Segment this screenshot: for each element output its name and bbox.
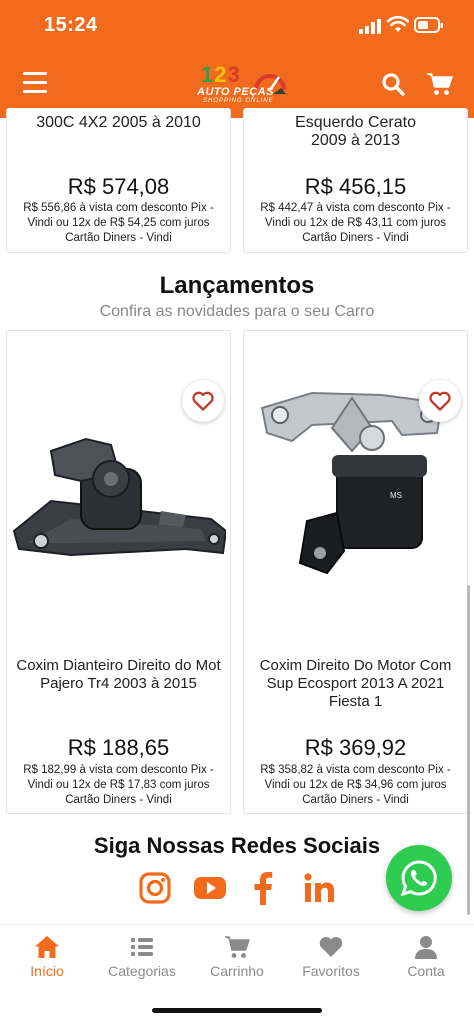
- favorite-button[interactable]: [182, 380, 224, 422]
- nav-label: Início: [30, 963, 64, 979]
- product-payment-terms: R$ 442,47 à vista com desconto Pix - Vin…: [260, 202, 451, 244]
- product-title: Esquerdo Cerato 2009 à 2013: [295, 114, 416, 149]
- wifi-icon: [387, 16, 409, 32]
- instagram-icon[interactable]: [139, 871, 171, 905]
- section-subtitle: Confira as novidades para o seu Carro: [99, 303, 375, 320]
- nav-item-conta[interactable]: Conta: [381, 935, 471, 979]
- home-indicator: [152, 1008, 322, 1013]
- heart-icon: [319, 937, 343, 957]
- linkedin-icon[interactable]: [303, 871, 335, 905]
- product-title: 300C 4X2 2005 à 2010: [36, 114, 201, 131]
- user-icon: [415, 936, 437, 959]
- menu-icon[interactable]: [23, 72, 47, 94]
- product-price: R$ 574,08: [67, 174, 170, 199]
- nav-item-carrinho[interactable]: Carrinho: [192, 935, 282, 979]
- cart-icon: [225, 936, 250, 958]
- product-price: R$ 188,65: [67, 735, 170, 760]
- product-price: R$ 456,15: [304, 174, 407, 199]
- status-bar: 15:24: [0, 0, 474, 54]
- part-brand-label: MS: [390, 491, 402, 500]
- status-time: 15:24: [44, 14, 98, 36]
- app-header: 15:24 123 AUTO PEÇAS SHOPPING ONLINE: [0, 0, 474, 118]
- favorite-button[interactable]: [419, 380, 461, 422]
- product-card[interactable]: 300C 4X2 2005 à 2010 R$ 574,08 R$ 556,86…: [6, 108, 231, 253]
- nav-label: Favoritos: [302, 963, 360, 979]
- product-price: R$ 369,92: [304, 735, 407, 760]
- product-image: [12, 437, 226, 557]
- product-card[interactable]: Esquerdo Cerato 2009 à 2013 R$ 456,15 R$…: [243, 108, 468, 253]
- logo-tagline: SHOPPING ONLINE: [203, 98, 274, 104]
- nav-label: Categorias: [108, 963, 176, 979]
- product-payment-terms: R$ 182,99 à vista com desconto Pix - Vin…: [23, 764, 214, 806]
- heart-icon: [192, 391, 214, 411]
- logo-brand: AUTO PEÇAS: [197, 86, 274, 98]
- home-icon: [35, 936, 59, 958]
- brand-logo[interactable]: 123 AUTO PEÇAS SHOPPING ONLINE: [197, 62, 289, 106]
- scrollbar[interactable]: [467, 585, 470, 915]
- product-payment-terms: R$ 358,82 à vista com desconto Pix - Vin…: [260, 764, 451, 806]
- facebook-icon[interactable]: [252, 871, 274, 905]
- nav-item-inicio[interactable]: Início: [2, 935, 92, 979]
- product-title: Coxim Direito Do Motor Com Sup Ecosport …: [259, 657, 452, 710]
- logo-number: 123: [201, 62, 241, 87]
- youtube-icon[interactable]: [193, 871, 227, 905]
- nav-item-favoritos[interactable]: Favoritos: [286, 935, 376, 979]
- section-title: Lançamentos: [159, 272, 315, 299]
- product-title: Coxim Dianteiro Direito do Mot Pajero Tr…: [16, 657, 221, 692]
- cell-signal-icon: [359, 19, 381, 34]
- battery-icon: [414, 17, 443, 33]
- nav-label: Conta: [407, 963, 445, 979]
- nav-item-categorias[interactable]: Categorias: [97, 935, 187, 979]
- nav-label: Carrinho: [210, 963, 264, 979]
- list-icon: [131, 938, 153, 956]
- whatsapp-button[interactable]: [386, 845, 452, 911]
- heart-icon: [429, 391, 451, 411]
- product-payment-terms: R$ 556,86 à vista com desconto Pix - Vin…: [23, 202, 214, 244]
- cart-icon[interactable]: [427, 72, 453, 96]
- whatsapp-icon: [400, 860, 437, 897]
- search-icon[interactable]: [381, 72, 405, 96]
